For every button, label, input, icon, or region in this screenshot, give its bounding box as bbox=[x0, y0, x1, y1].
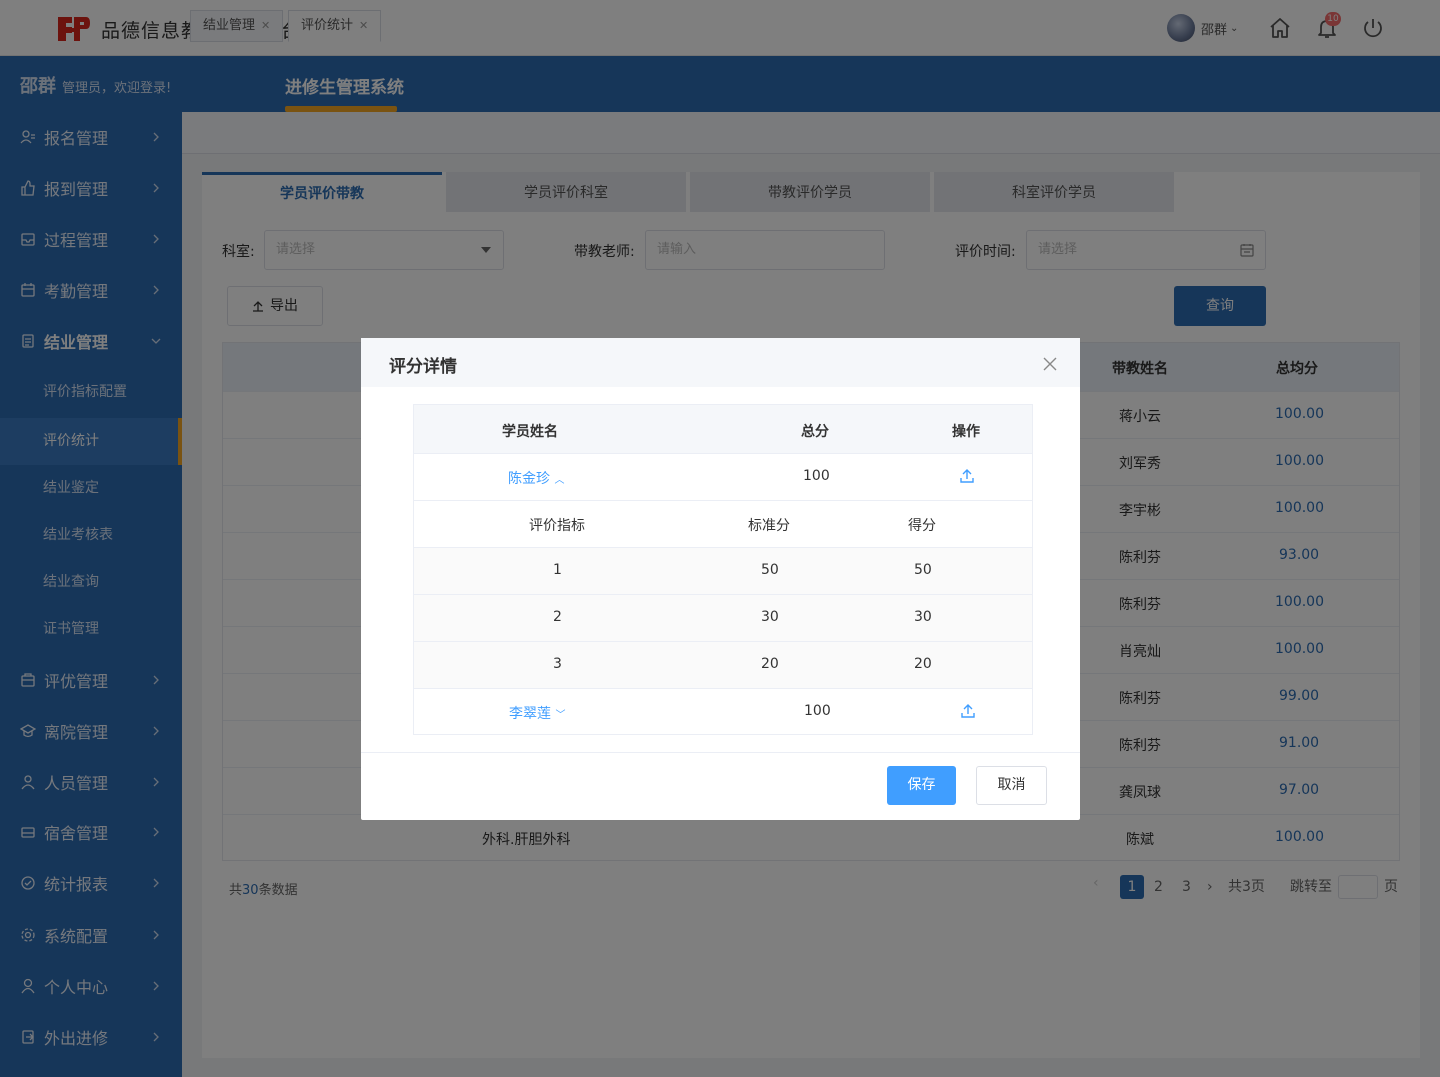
dialog-divider bbox=[361, 752, 1080, 753]
cancel-button[interactable]: 取消 bbox=[976, 766, 1047, 805]
score-cell: 30 bbox=[914, 609, 932, 625]
indicator-cell: 1 bbox=[553, 562, 562, 578]
save-button[interactable]: 保存 bbox=[887, 766, 956, 805]
standard-cell: 50 bbox=[761, 562, 779, 578]
dialog-title: 评分详情 bbox=[389, 357, 457, 377]
header-action: 操作 bbox=[952, 424, 980, 440]
score-table-header: 学员姓名 总分 操作 bbox=[414, 405, 1032, 453]
header-total: 总分 bbox=[801, 424, 829, 440]
student-row: 陈金珍 ︿ 100 bbox=[414, 453, 1032, 500]
indicator-cell: 2 bbox=[553, 609, 562, 625]
sub-header-indicator: 评价指标 bbox=[529, 518, 585, 534]
score-detail-dialog: 评分详情 学员姓名 总分 操作 陈金珍 ︿ 100 评价指标 标准分 得分 1 … bbox=[361, 338, 1080, 820]
indicator-cell: 3 bbox=[553, 656, 562, 672]
indicator-row: 3 20 20 bbox=[414, 641, 1032, 688]
score-cell: 20 bbox=[914, 656, 932, 672]
sub-header-score: 得分 bbox=[908, 518, 936, 534]
student-name-toggle[interactable]: 李翠莲 ﹀ bbox=[509, 703, 565, 723]
score-table: 学员姓名 总分 操作 陈金珍 ︿ 100 评价指标 标准分 得分 1 50 50… bbox=[413, 404, 1033, 735]
chevron-up-icon: ︿ bbox=[554, 475, 565, 486]
student-name-toggle[interactable]: 陈金珍 ︿ bbox=[508, 468, 564, 488]
indicator-row: 2 30 30 bbox=[414, 594, 1032, 641]
student-name: 陈金珍 bbox=[508, 471, 550, 487]
close-icon[interactable] bbox=[1043, 357, 1057, 371]
student-total: 100 bbox=[803, 468, 830, 484]
standard-cell: 30 bbox=[761, 609, 779, 625]
indicator-row: 1 50 50 bbox=[414, 547, 1032, 594]
upload-icon[interactable] bbox=[960, 703, 976, 719]
dialog-header: 评分详情 bbox=[361, 338, 1080, 387]
chevron-down-icon: ﹀ bbox=[555, 710, 566, 721]
student-total: 100 bbox=[804, 703, 831, 719]
upload-icon[interactable] bbox=[959, 468, 975, 484]
header-student: 学员姓名 bbox=[502, 424, 558, 440]
student-row: 李翠莲 ﹀ 100 bbox=[414, 688, 1032, 735]
score-cell: 50 bbox=[914, 562, 932, 578]
sub-header-standard: 标准分 bbox=[748, 518, 790, 534]
sub-header-row: 评价指标 标准分 得分 bbox=[414, 500, 1032, 547]
standard-cell: 20 bbox=[761, 656, 779, 672]
student-name: 李翠莲 bbox=[509, 706, 551, 722]
